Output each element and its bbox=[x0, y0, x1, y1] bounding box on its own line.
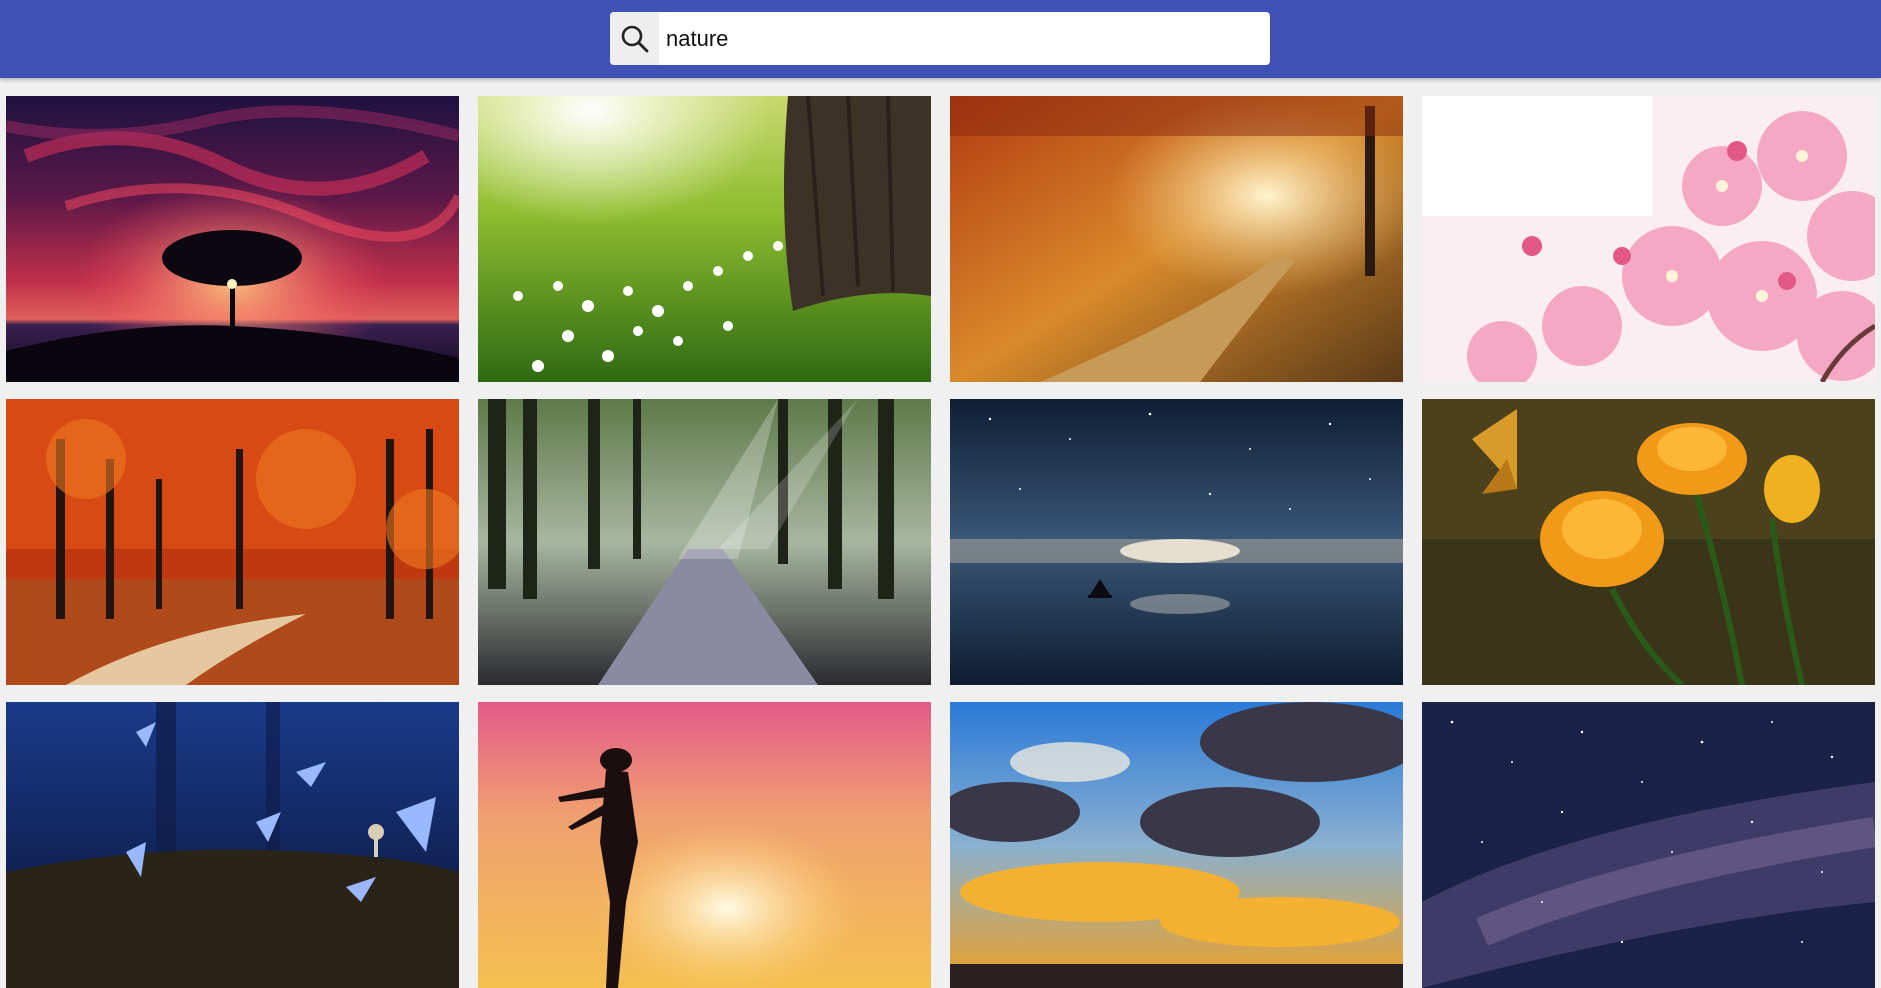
result-image-cherry-blossom[interactable] bbox=[1422, 96, 1875, 382]
result-image-blue-butterflies[interactable] bbox=[6, 702, 459, 988]
result-image-misty-forest-road[interactable] bbox=[478, 399, 931, 685]
result-image-sunlit-meadow[interactable] bbox=[478, 96, 931, 382]
result-image-sunset-tree[interactable] bbox=[6, 96, 459, 382]
header-bar bbox=[0, 0, 1881, 78]
search-input[interactable] bbox=[659, 12, 1256, 65]
search-bar[interactable] bbox=[610, 12, 1270, 65]
search-icon[interactable] bbox=[610, 12, 659, 65]
image-results-grid bbox=[6, 96, 1875, 988]
result-image-starry-sea-sailboat[interactable] bbox=[950, 399, 1403, 685]
result-image-dramatic-sky[interactable] bbox=[950, 702, 1403, 988]
result-image-woman-sunset-silhouette[interactable] bbox=[478, 702, 931, 988]
result-image-butterfly-orange-flowers[interactable] bbox=[1422, 399, 1875, 685]
result-image-red-autumn-forest[interactable] bbox=[6, 399, 459, 685]
result-image-milky-way[interactable] bbox=[1422, 702, 1875, 988]
result-image-autumn-path[interactable] bbox=[950, 96, 1403, 382]
